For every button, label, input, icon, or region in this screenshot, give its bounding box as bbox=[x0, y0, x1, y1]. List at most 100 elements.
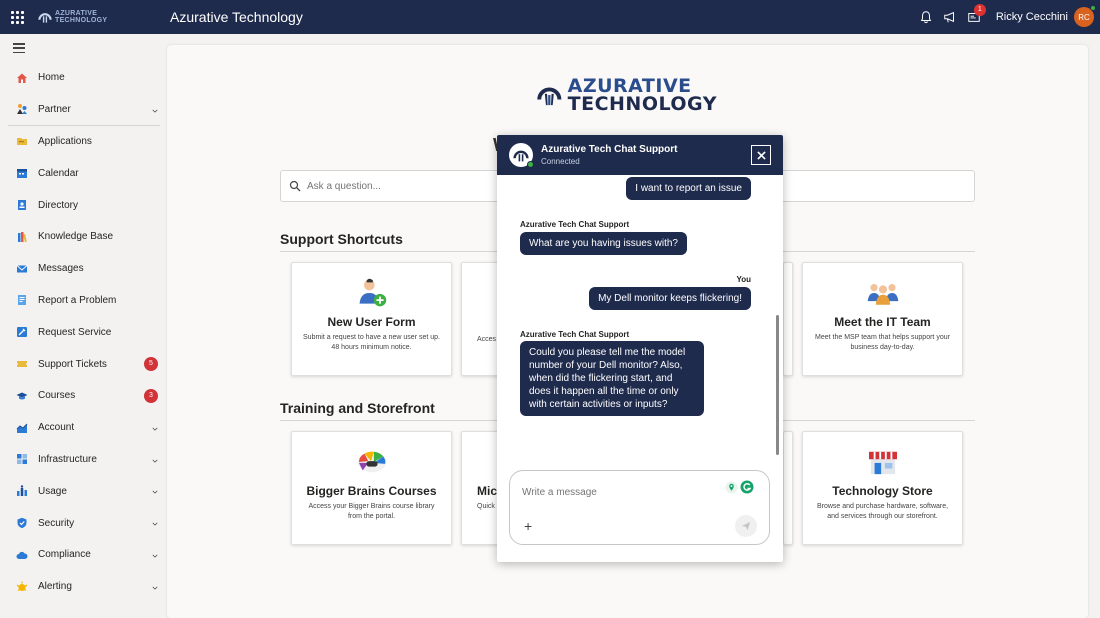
sidebar-item-calendar[interactable]: Calendar bbox=[8, 157, 160, 189]
chevron-down-icon bbox=[152, 109, 158, 113]
chat-status: Connected bbox=[541, 157, 580, 166]
grammarly-icon[interactable] bbox=[740, 480, 754, 494]
sidebar-item-label: Messages bbox=[38, 263, 84, 275]
tile-bigger-brains[interactable]: Bigger Brains Courses Access your Bigger… bbox=[291, 431, 452, 545]
attach-button[interactable]: + bbox=[524, 518, 532, 534]
chat-composer: + bbox=[509, 470, 770, 545]
brand-line2: TECHNOLOGY bbox=[55, 17, 108, 24]
sidebar-item-compliance[interactable]: Compliance bbox=[8, 539, 160, 571]
partner-icon bbox=[14, 101, 30, 117]
tile-partially-hidden[interactable]: Mic Quick bbox=[461, 431, 501, 545]
sidebar-item-infrastructure[interactable]: Infrastructure bbox=[8, 444, 160, 476]
app-launcher-button[interactable] bbox=[0, 0, 34, 34]
sidebar-item-label: Security bbox=[38, 517, 75, 529]
close-icon bbox=[756, 150, 766, 160]
sidebar-item-messages[interactable]: Messages bbox=[8, 253, 160, 285]
top-bar: AZURATIVE TECHNOLOGY Azurative Technolog… bbox=[0, 0, 1100, 34]
tile-partially-hidden-right[interactable] bbox=[783, 262, 793, 376]
ticket-icon bbox=[14, 356, 30, 372]
menu-toggle-icon[interactable] bbox=[13, 43, 25, 53]
sidebar-item-alerting[interactable]: Alerting bbox=[8, 571, 160, 603]
expand-chevron[interactable] bbox=[152, 487, 158, 495]
pin-icon[interactable] bbox=[725, 480, 738, 494]
sidebar-item-directory[interactable]: Directory bbox=[8, 189, 160, 221]
announcements-button[interactable] bbox=[938, 0, 962, 34]
send-button[interactable] bbox=[735, 515, 757, 537]
expand-chevron[interactable] bbox=[152, 519, 158, 526]
notifications-button[interactable] bbox=[914, 0, 938, 34]
chat-message-user: I want to report an issue bbox=[626, 177, 751, 200]
tile-partially-hidden-right[interactable] bbox=[783, 431, 793, 545]
chart-icon bbox=[14, 420, 30, 436]
tile-description: Browse and purchase hardware, software, … bbox=[816, 503, 949, 520]
chat-sender: You bbox=[736, 275, 751, 284]
tile-title: Technology Store bbox=[832, 484, 933, 498]
user-name[interactable]: Ricky Cecchini bbox=[996, 11, 1068, 23]
chevron-down-icon bbox=[152, 490, 158, 495]
sidebar-item-report-a-problem[interactable]: Report a Problem bbox=[8, 285, 160, 317]
chevron-down-icon bbox=[152, 427, 158, 431]
sidebar-item-label: Account bbox=[38, 422, 75, 434]
sidebar-item-knowledge-base[interactable]: Knowledge Base bbox=[8, 221, 160, 253]
sidebar-item-partner[interactable]: Partner bbox=[8, 94, 160, 126]
chat-message-input[interactable] bbox=[522, 487, 722, 498]
expand-chevron[interactable] bbox=[152, 424, 158, 431]
sidebar-item-label: Courses bbox=[38, 390, 76, 402]
store-icon bbox=[868, 451, 897, 475]
sidebar-item-account[interactable]: Account bbox=[8, 412, 160, 444]
home-icon bbox=[14, 70, 30, 86]
sidebar-item-home[interactable]: Home bbox=[8, 62, 160, 94]
tile-new-user-form[interactable]: New User Form Submit a request to have a… bbox=[291, 262, 452, 376]
sidebar-item-label: Calendar bbox=[38, 167, 79, 179]
tile-technology-store[interactable]: Technology Store Browse and purchase har… bbox=[802, 431, 963, 545]
sidebar-item-label: Directory bbox=[38, 199, 79, 211]
sidebar-item-applications[interactable]: Applications bbox=[8, 126, 160, 158]
chevron-down-icon bbox=[152, 459, 158, 463]
sidebar-item-courses[interactable]: Courses 3 bbox=[8, 380, 160, 412]
chat-close-button[interactable] bbox=[751, 145, 771, 165]
training-storefront-title: Training and Storefront bbox=[280, 400, 435, 416]
tile-partially-hidden[interactable]: Acces bbox=[461, 262, 501, 376]
sidebar-item-request-service[interactable]: Request Service bbox=[8, 316, 160, 348]
chat-messages[interactable]: I want to report an issue Azurative Tech… bbox=[497, 175, 783, 465]
sidebar-item-label: Report a Problem bbox=[38, 294, 117, 306]
expand-chevron[interactable] bbox=[152, 583, 158, 590]
sidebar-item-usage[interactable]: Usage bbox=[8, 475, 160, 507]
count-badge: 3 bbox=[144, 388, 158, 403]
expand-chevron[interactable] bbox=[152, 456, 158, 463]
sidebar-item-security[interactable]: Security bbox=[8, 507, 160, 539]
chat-message-user: My Dell monitor keeps flickering! bbox=[589, 287, 751, 310]
support-shortcuts-title: Support Shortcuts bbox=[280, 231, 403, 247]
bell-icon bbox=[920, 11, 932, 24]
company-logo: AZURATIVE TECHNOLOGY bbox=[537, 73, 717, 117]
calendar-icon bbox=[14, 165, 30, 181]
grid-icon bbox=[14, 451, 30, 467]
sidebar-item-label: Home bbox=[38, 72, 65, 84]
tile-title: New User Form bbox=[327, 315, 416, 329]
sidebar-item-label: Request Service bbox=[38, 326, 112, 338]
inbox-button[interactable]: 1 bbox=[962, 0, 986, 34]
avatar[interactable]: RC bbox=[1074, 5, 1096, 27]
chat-message-agent: What are you having issues with? bbox=[520, 232, 687, 255]
mail-icon bbox=[14, 261, 30, 277]
logo-line2: TECHNOLOGY bbox=[567, 93, 717, 115]
tile-title: Bigger Brains Courses bbox=[306, 484, 437, 498]
people-icon bbox=[14, 483, 30, 499]
brand-logo-small[interactable]: AZURATIVE TECHNOLOGY bbox=[38, 10, 158, 24]
chat-window: Azurative Tech Chat Support Connected I … bbox=[497, 135, 783, 562]
chat-scrollbar[interactable] bbox=[776, 315, 779, 455]
expand-chevron[interactable] bbox=[152, 106, 158, 113]
avatar-initials: RC bbox=[1078, 12, 1090, 22]
chat-sender: Azurative Tech Chat Support bbox=[520, 330, 630, 339]
cloud-icon bbox=[14, 547, 30, 563]
tile-description: Access your Bigger Brains course library… bbox=[308, 503, 435, 520]
sidebar-item-support-tickets[interactable]: Support Tickets 5 bbox=[8, 348, 160, 380]
presence-indicator bbox=[1090, 5, 1096, 11]
sidebar-item-label: Compliance bbox=[38, 549, 91, 561]
graduation-cap-icon bbox=[14, 388, 30, 404]
tile-description: Quick bbox=[477, 503, 495, 510]
expand-chevron[interactable] bbox=[152, 551, 158, 558]
directory-icon bbox=[14, 197, 30, 213]
tile-meet-it-team[interactable]: Meet the IT Team Meet the MSP team that … bbox=[802, 262, 963, 376]
logo-mark-icon bbox=[537, 87, 562, 106]
